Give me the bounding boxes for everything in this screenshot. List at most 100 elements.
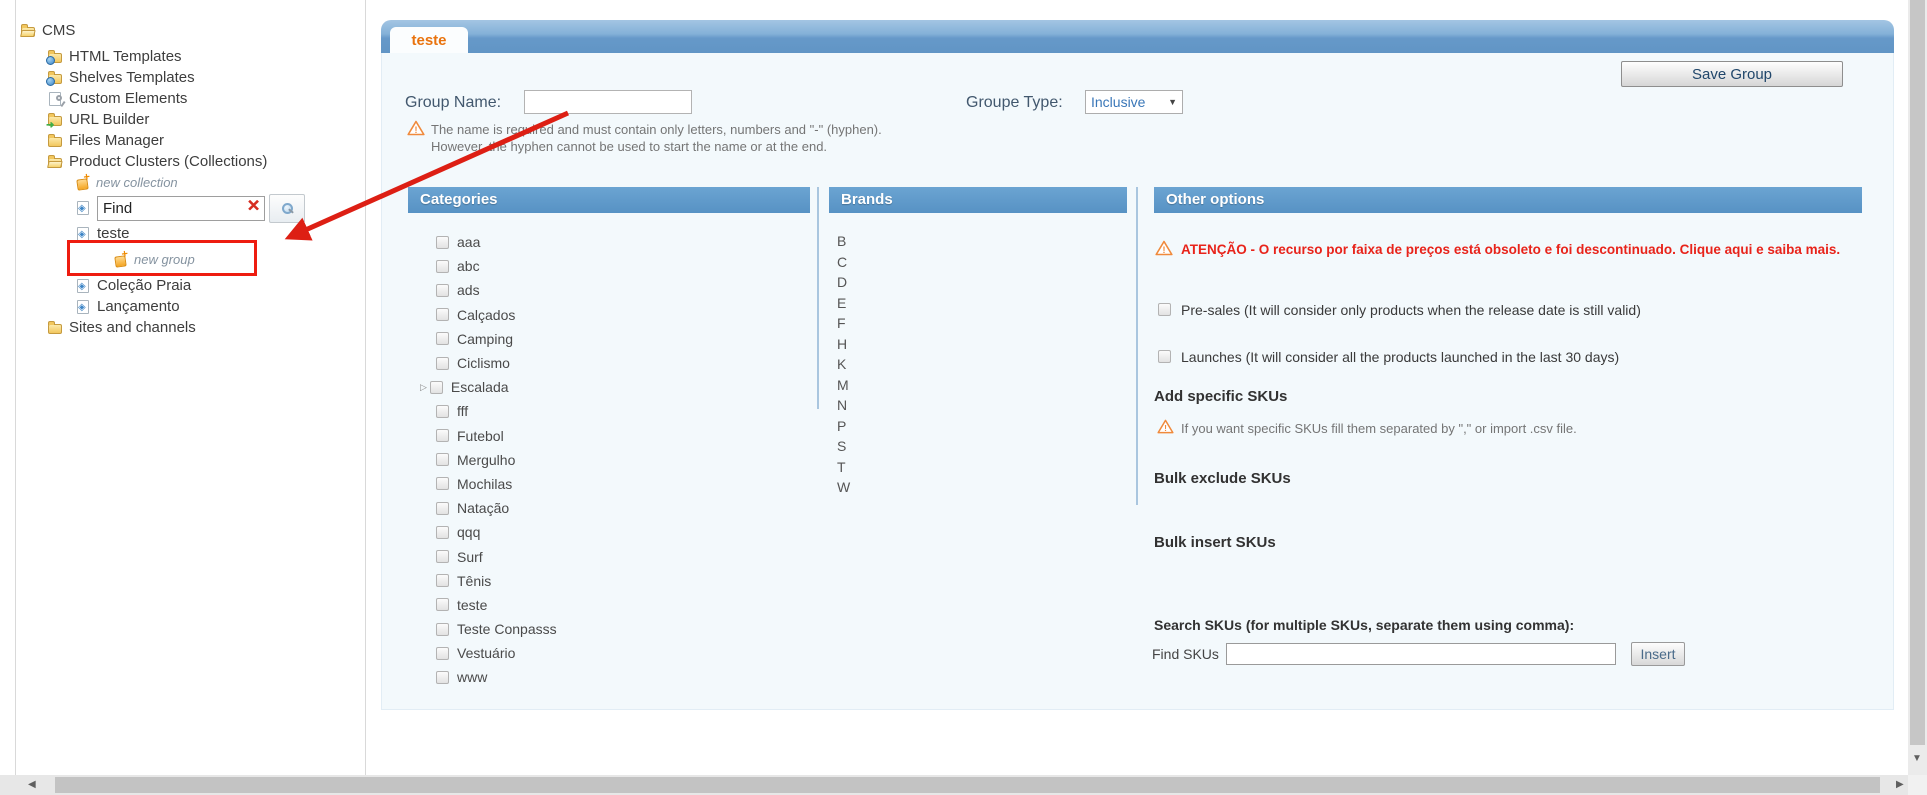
category-checkbox[interactable]	[436, 526, 449, 539]
collection-name-input[interactable]	[97, 196, 265, 221]
category-checkbox[interactable]	[436, 429, 449, 442]
sidebar-item-label: Files Manager	[69, 132, 164, 149]
category-checkbox[interactable]	[436, 477, 449, 490]
sidebar-item-label: CMS	[42, 22, 75, 39]
category-row: Mochilas	[408, 472, 557, 496]
sidebar-item-url-builder[interactable]: ➜ URL Builder	[16, 109, 365, 130]
sidebar-item-label: URL Builder	[69, 111, 149, 128]
scroll-left-arrow-icon[interactable]: ◀	[28, 779, 36, 790]
launches-checkbox[interactable]	[1158, 350, 1171, 363]
category-row: aaa	[408, 230, 557, 254]
find-skus-input[interactable]	[1226, 643, 1616, 665]
brand-letter[interactable]: T	[837, 459, 850, 480]
category-label: Natação	[457, 500, 509, 516]
folder-open-icon	[48, 158, 62, 168]
add-skus-hint: If you want specific SKUs fill them sepa…	[1181, 421, 1577, 436]
category-checkbox[interactable]	[436, 647, 449, 660]
category-checkbox[interactable]	[436, 574, 449, 587]
sidebar-item-html-templates[interactable]: HTML Templates	[16, 46, 365, 67]
save-group-button[interactable]: Save Group	[1621, 61, 1843, 87]
collection-page-icon	[77, 300, 89, 314]
category-label: Tênis	[457, 573, 491, 589]
category-label: abc	[457, 258, 480, 274]
brand-letter[interactable]: W	[837, 479, 850, 500]
category-label: Escalada	[451, 379, 509, 395]
category-checkbox[interactable]	[436, 671, 449, 684]
sidebar-item-label: Product Clusters (Collections)	[69, 153, 267, 170]
sidebar-item-sites-and-channels[interactable]: Sites and channels	[16, 317, 365, 338]
sidebar-item-product-clusters[interactable]: Product Clusters (Collections)	[16, 151, 365, 172]
vertical-scrollbar-thumb[interactable]	[1910, 0, 1925, 745]
category-checkbox[interactable]	[436, 236, 449, 249]
main-panel: teste Group Name: ! The name is required…	[381, 20, 1894, 710]
horizontal-scrollbar-thumb[interactable]	[55, 777, 1880, 793]
brand-letter[interactable]: B	[837, 233, 850, 254]
category-row: Tênis	[408, 569, 557, 593]
svg-text:!: !	[1163, 245, 1166, 255]
cms-admin-page: CMS HTML Templates Shelves Templates Cus…	[0, 0, 1927, 795]
groupe-type-select[interactable]: Inclusive ▼	[1085, 90, 1183, 114]
scroll-down-arrow-icon[interactable]: ▼	[1912, 753, 1922, 764]
category-checkbox[interactable]	[436, 623, 449, 636]
category-checkbox[interactable]	[436, 260, 449, 273]
category-checkbox[interactable]	[436, 357, 449, 370]
sidebar-item-custom-elements[interactable]: Custom Elements	[16, 88, 365, 109]
column-divider	[817, 187, 819, 409]
sidebar-item-label: HTML Templates	[69, 48, 182, 65]
scroll-right-arrow-icon[interactable]: ▶	[1896, 779, 1904, 790]
folder-link-icon: ➜	[48, 116, 62, 126]
category-checkbox[interactable]	[430, 381, 443, 394]
chevron-down-icon: ▼	[1168, 97, 1177, 107]
category-row: Mergulho	[408, 448, 557, 472]
search-button[interactable]	[269, 194, 305, 223]
brand-letter[interactable]: S	[837, 438, 850, 459]
expand-arrow-icon[interactable]: ▷	[420, 382, 427, 393]
category-checkbox[interactable]	[436, 308, 449, 321]
brand-letter[interactable]: N	[837, 397, 850, 418]
brand-letter[interactable]: D	[837, 274, 850, 295]
category-row: Ciclismo	[408, 351, 557, 375]
deprecation-warning-text[interactable]: ATENÇÃO - O recurso por faixa de preços …	[1181, 241, 1871, 258]
other-options-header: Other options	[1154, 187, 1862, 213]
category-row: Surf	[408, 544, 557, 568]
tab-teste[interactable]: teste	[390, 27, 468, 53]
warning-icon: !	[1155, 240, 1173, 256]
brand-letter[interactable]: F	[837, 315, 850, 336]
sidebar-item-cms[interactable]: CMS	[16, 20, 365, 41]
tab-bar: teste	[381, 20, 1894, 53]
category-checkbox[interactable]	[436, 284, 449, 297]
svg-text:!: !	[1164, 423, 1167, 433]
scrollbar-corner	[1908, 775, 1927, 795]
category-row: Vestuário	[408, 641, 557, 665]
sidebar-item-shelves-templates[interactable]: Shelves Templates	[16, 67, 365, 88]
sidebar-item-new-collection[interactable]: new collection	[16, 172, 365, 193]
category-checkbox[interactable]	[436, 550, 449, 563]
category-checkbox[interactable]	[436, 332, 449, 345]
category-row: Teste Conpasss	[408, 617, 557, 641]
sidebar-item-colecao-praia[interactable]: Coleção Praia	[16, 275, 365, 296]
brand-letter[interactable]: C	[837, 254, 850, 275]
cancel-x-icon[interactable]: ✕	[247, 199, 260, 215]
category-checkbox[interactable]	[436, 502, 449, 515]
category-label: ads	[457, 282, 480, 298]
category-label: Surf	[457, 549, 483, 565]
insert-button[interactable]: Insert	[1631, 642, 1685, 666]
brand-letter[interactable]: H	[837, 336, 850, 357]
brand-letter[interactable]: K	[837, 356, 850, 377]
brand-letter[interactable]: M	[837, 377, 850, 398]
vertical-scrollbar[interactable]: ▼	[1908, 0, 1927, 775]
category-checkbox[interactable]	[436, 405, 449, 418]
category-checkbox[interactable]	[436, 453, 449, 466]
horizontal-scrollbar[interactable]: ◀ ▶	[0, 775, 1927, 795]
sidebar-item-label: Coleção Praia	[97, 277, 191, 294]
sidebar-item-label: new collection	[96, 175, 178, 190]
sidebar-item-lancamento[interactable]: Lançamento	[16, 296, 365, 317]
group-name-input[interactable]	[524, 90, 692, 114]
brand-letter[interactable]: P	[837, 418, 850, 439]
brand-letter[interactable]: E	[837, 295, 850, 316]
presales-checkbox[interactable]	[1158, 303, 1171, 316]
sidebar-item-label: Custom Elements	[69, 90, 187, 107]
category-checkbox[interactable]	[436, 598, 449, 611]
category-label: Mergulho	[457, 452, 515, 468]
sidebar-item-files-manager[interactable]: Files Manager	[16, 130, 365, 151]
